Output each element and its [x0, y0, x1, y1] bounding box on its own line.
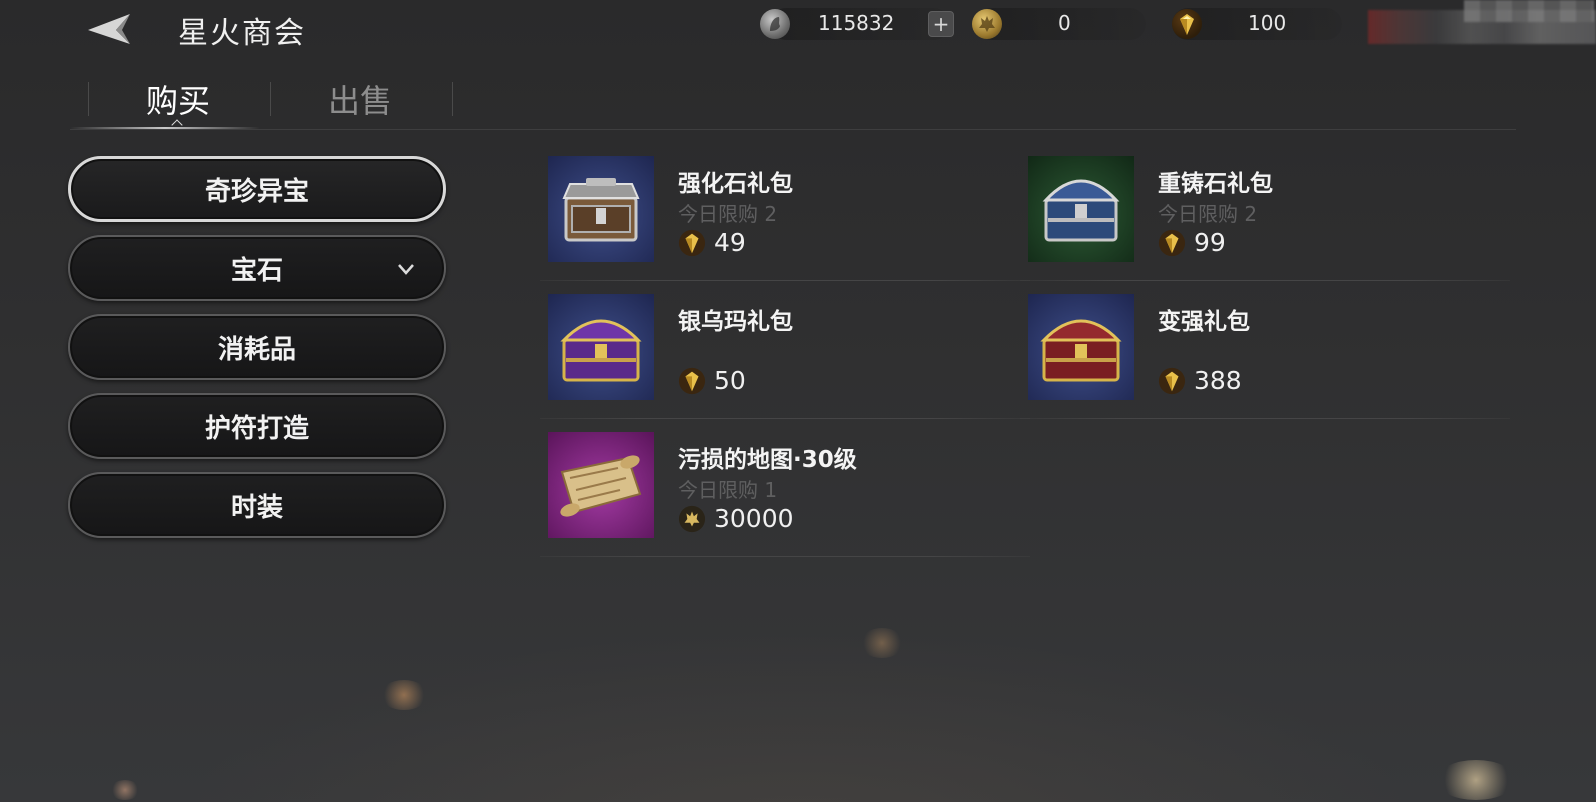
- ambient-glow: [380, 680, 428, 710]
- item-price: 388: [1158, 366, 1242, 395]
- purple-chest-icon: [560, 319, 642, 382]
- bronze-token-icon: [678, 505, 706, 532]
- category-consumables[interactable]: 消耗品: [68, 314, 446, 380]
- bronze-token-icon: [972, 9, 1002, 39]
- shop-item[interactable]: 银乌玛礼包 50: [540, 294, 1030, 422]
- currency-silver: [760, 8, 790, 40]
- item-thumbnail: [1028, 294, 1134, 400]
- page-title: 星火商会: [178, 16, 306, 51]
- category-label: 护符打造: [204, 413, 309, 444]
- category-menu: 奇珍异宝 宝石 消耗品 护符打造 时装: [68, 156, 446, 551]
- item-price: 49: [678, 228, 746, 257]
- blue-chest-icon: [1042, 179, 1120, 242]
- gold-diamond-icon: [678, 367, 706, 394]
- gold-diamond-icon: [678, 229, 706, 256]
- item-purchase-limit: 今日限购 1: [678, 478, 778, 502]
- shop-item[interactable]: 强化石礼包 今日限购 2 49: [540, 156, 1030, 284]
- item-thumbnail: [548, 294, 654, 400]
- add-currency-button[interactable]: +: [928, 11, 954, 37]
- tab-buy[interactable]: 购买: [88, 70, 268, 128]
- gold-diamond-icon: [1158, 367, 1186, 394]
- category-fashion[interactable]: 时装: [68, 472, 446, 538]
- item-price-value: 30000: [714, 504, 794, 533]
- shop-item[interactable]: 重铸石礼包 今日限购 2 99: [1020, 156, 1510, 284]
- row-divider: [1020, 280, 1510, 281]
- row-divider: [540, 280, 1030, 281]
- item-name: 强化石礼包: [678, 171, 793, 197]
- map-scroll-icon: [560, 455, 642, 517]
- top-bar: 星火商会 115832 + 0 100: [0, 0, 1596, 56]
- category-amulet-crafting[interactable]: 护符打造: [68, 393, 446, 459]
- currency-gold-value: 100: [1248, 11, 1287, 35]
- currency-bronze-value: 0: [1058, 11, 1071, 35]
- item-price-value: 388: [1194, 366, 1242, 395]
- ambient-glow: [860, 628, 904, 658]
- ambient-glow: [110, 780, 140, 800]
- header-divider: [70, 129, 1516, 130]
- row-divider: [540, 556, 1030, 557]
- item-name: 银乌玛礼包: [678, 309, 793, 335]
- item-price-value: 49: [714, 228, 746, 257]
- row-divider: [1020, 418, 1510, 419]
- silver-chest-icon: [562, 178, 640, 242]
- tab-sell[interactable]: 出售: [270, 70, 450, 128]
- back-arrow-icon: [88, 14, 130, 44]
- item-thumbnail: [548, 156, 654, 262]
- category-label: 时装: [230, 492, 283, 523]
- row-divider: [540, 418, 1030, 419]
- item-price-value: 50: [714, 366, 746, 395]
- silver-coin-icon: [760, 9, 790, 39]
- item-purchase-limit: 今日限购 2: [1158, 202, 1258, 226]
- gold-diamond-icon: [1172, 9, 1202, 39]
- currency-gold: [1172, 8, 1202, 40]
- item-name: 污损的地图·30级: [678, 447, 857, 473]
- item-name: 变强礼包: [1158, 309, 1250, 335]
- item-thumbnail: [1028, 156, 1134, 262]
- player-avatar-blurred[interactable]: [1368, 0, 1596, 44]
- category-label: 消耗品: [217, 334, 296, 365]
- item-name: 重铸石礼包: [1158, 171, 1273, 197]
- category-rare-treasures[interactable]: 奇珍异宝: [68, 156, 446, 222]
- category-label: 宝石: [230, 255, 283, 286]
- currency-silver-value: 115832: [818, 11, 895, 35]
- item-price: 30000: [678, 504, 794, 533]
- currency-bronze: [972, 8, 1002, 40]
- tab-divider: [452, 82, 453, 116]
- ambient-glow: [1436, 760, 1516, 800]
- back-button[interactable]: [82, 10, 138, 48]
- gold-diamond-icon: [1158, 229, 1186, 256]
- category-gems[interactable]: 宝石: [68, 235, 446, 301]
- chevron-down-icon: [398, 264, 414, 275]
- shop-item[interactable]: 变强礼包 388: [1020, 294, 1510, 422]
- item-price-value: 99: [1194, 228, 1226, 257]
- item-purchase-limit: 今日限购 2: [678, 202, 778, 226]
- item-price: 99: [1158, 228, 1226, 257]
- item-price: 50: [678, 366, 746, 395]
- category-label: 奇珍异宝: [204, 176, 309, 207]
- item-thumbnail: [548, 432, 654, 538]
- red-chest-icon: [1040, 319, 1122, 382]
- shop-item[interactable]: 污损的地图·30级 今日限购 1 30000: [540, 432, 1030, 560]
